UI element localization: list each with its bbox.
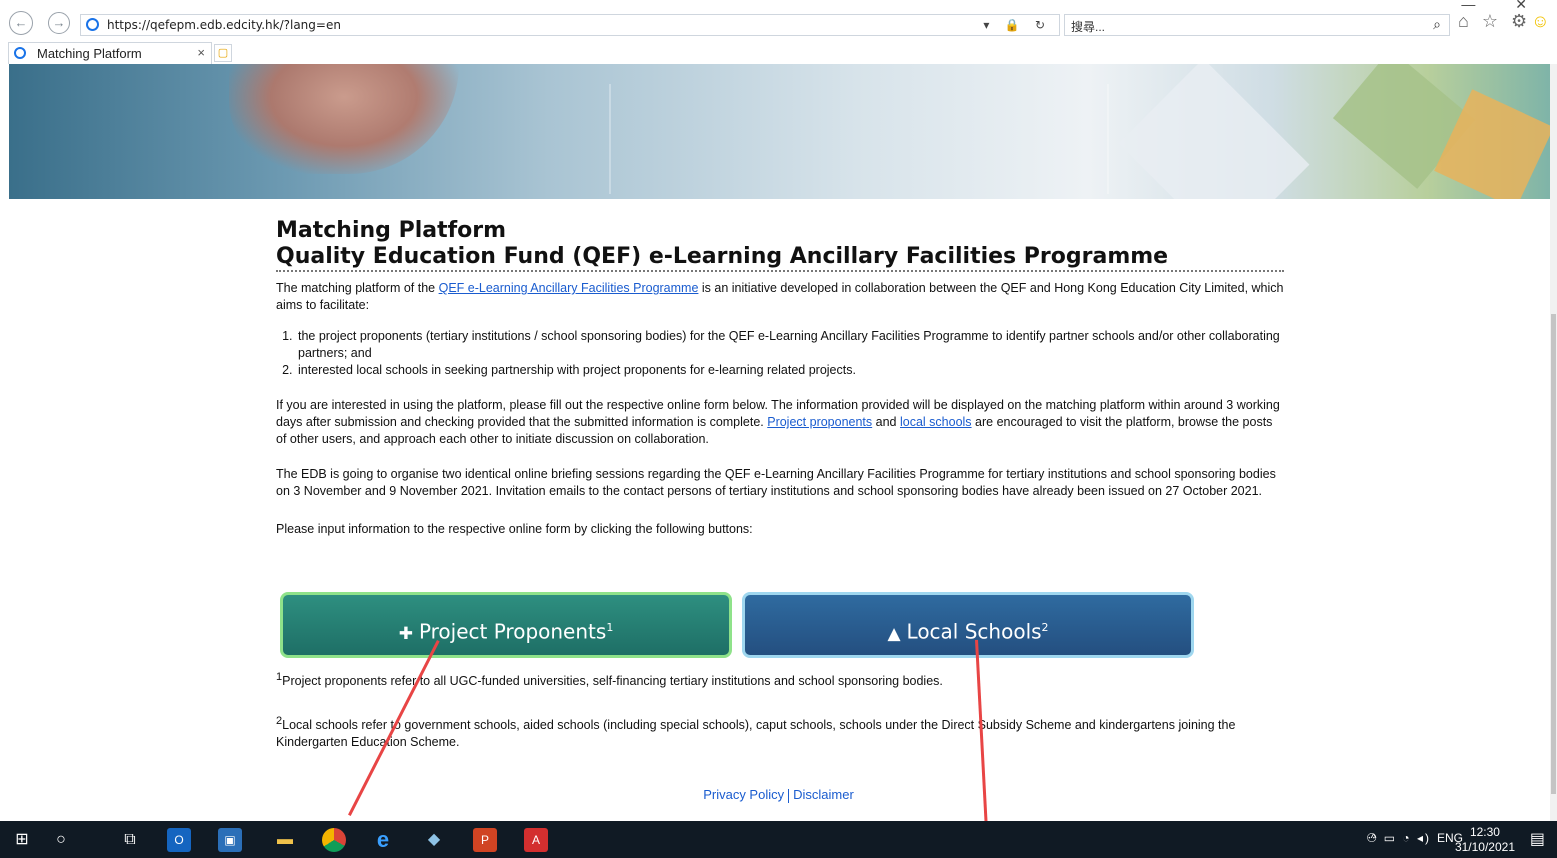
intro-paragraph: The matching platform of the QEF e-Learn…	[276, 280, 1284, 314]
banner-puzzle-piece	[1118, 64, 1310, 199]
url-text[interactable]: https://qefepm.edb.edcity.hk/?lang=en	[107, 18, 341, 32]
notification-icon[interactable]: ▤	[1530, 829, 1545, 849]
windows-start-icon[interactable]: ⊞	[10, 828, 34, 852]
clock-time: 12:30	[1469, 825, 1500, 839]
footnote-text: Project proponents refer to all UGC-fund…	[282, 674, 943, 689]
footnote-1: 1Project proponents refer to all UGC-fun…	[276, 669, 1276, 690]
usage-text-mid: and	[872, 415, 900, 429]
list-item: interested local schools in seeking part…	[296, 362, 1284, 379]
forward-button[interactable]: →	[48, 12, 70, 34]
page-subtitle: Quality Education Fund (QEF) e-Learning …	[276, 244, 1284, 272]
local-schools-link[interactable]: local schools	[900, 415, 972, 429]
pdf-reader-icon[interactable]: A	[524, 828, 548, 852]
forward-arrow-icon: →	[52, 15, 66, 30]
powerpoint-icon[interactable]: P	[473, 828, 497, 852]
disclaimer-link[interactable]: Disclaimer	[793, 787, 854, 802]
screen: ← → https://qefepm.edb.edcity.hk/?lang=e…	[0, 0, 1557, 858]
windows-taskbar: ⊞ ○ ⧉ O ▣ ▬ e ◆ P A ⚇ ^ ▭ ◔ ◂) ENG 12:30…	[0, 821, 1557, 858]
search-placeholder: 搜尋...	[1071, 20, 1106, 34]
new-tab-button[interactable]: ▢	[214, 44, 232, 62]
footnote-ref: 2	[1041, 621, 1049, 634]
list-item: the project proponents (tertiary institu…	[296, 328, 1284, 362]
back-arrow-icon: ←	[14, 15, 28, 30]
store-icon[interactable]: ◆	[422, 828, 446, 852]
tab-title: Matching Platform	[37, 46, 142, 61]
outlook-icon[interactable]: O	[167, 828, 191, 852]
file-explorer-icon[interactable]: ▬	[273, 828, 297, 852]
search-icon[interactable]: ○	[49, 828, 73, 852]
address-actions[interactable]: ▾ 🔒 ↻	[983, 18, 1051, 32]
back-button[interactable]: ←	[9, 11, 33, 35]
page-title: Matching Platform	[276, 218, 507, 243]
form-buttons: ✚ Project Proponents1 ▲ Local Schools2	[280, 592, 1194, 658]
privacy-policy-link[interactable]: Privacy Policy	[703, 787, 784, 802]
footer-links: Privacy Policy Disclaimer	[0, 787, 1557, 803]
window-controls[interactable]: — ✕	[1461, 0, 1545, 13]
browser-search-input[interactable]: 搜尋... ⌕	[1064, 14, 1450, 36]
link-separator	[788, 788, 790, 803]
scrollbar-thumb[interactable]	[1551, 314, 1556, 794]
aims-list: the project proponents (tertiary institu…	[276, 328, 1284, 379]
main-content: Matching Platform Quality Education Fund…	[276, 218, 1284, 538]
qef-programme-link[interactable]: QEF e-Learning Ancillary Facilities Prog…	[439, 281, 699, 295]
project-proponents-button[interactable]: ✚ Project Proponents1	[280, 592, 732, 658]
toolbar-icons[interactable]: ⌂ ☆ ⚙☺	[1458, 11, 1554, 32]
smiley-icon[interactable]: ☺	[1531, 11, 1553, 31]
browser-chrome: ← → https://qefepm.edb.edcity.hk/?lang=e…	[0, 0, 1557, 64]
footnote-text: Local schools refer to government school…	[276, 718, 1236, 750]
banner-pattern	[609, 84, 1109, 194]
local-schools-button[interactable]: ▲ Local Schools2	[742, 592, 1194, 658]
ie-icon	[86, 18, 99, 31]
project-proponents-link[interactable]: Project proponents	[767, 415, 872, 429]
intro-text: The matching platform of the	[276, 281, 439, 295]
usage-paragraph: If you are interested in using the platf…	[276, 397, 1284, 448]
footnote-2: 2Local schools refer to government schoo…	[276, 713, 1276, 751]
chrome-icon[interactable]	[322, 828, 346, 852]
browser-tab[interactable]: Matching Platform ×	[8, 42, 212, 64]
internet-explorer-icon[interactable]: e	[371, 828, 395, 852]
footnote-ref: 1	[606, 621, 614, 634]
page-scrollbar[interactable]	[1550, 64, 1557, 821]
app-icon[interactable]: ▣	[218, 828, 242, 852]
tab-close-icon[interactable]: ×	[197, 45, 205, 60]
home-star-gear-icons[interactable]: ⌂ ☆ ⚙	[1458, 11, 1531, 31]
briefing-paragraph: The EDB is going to organise two identic…	[276, 467, 1276, 498]
taskbar-clock[interactable]: 12:30 31/10/2021	[1455, 825, 1515, 855]
button-label: Project Proponents	[418, 619, 607, 644]
task-view-icon[interactable]: ⧉	[118, 828, 142, 852]
search-icon[interactable]: ⌕	[1433, 16, 1441, 33]
banner-hand-image	[229, 64, 459, 174]
instruction-paragraph: Please input information to the respecti…	[276, 522, 753, 536]
header-banner	[9, 64, 1550, 199]
address-bar[interactable]: https://qefepm.edb.edcity.hk/?lang=en ▾ …	[80, 14, 1060, 36]
system-tray-icons[interactable]: ^ ▭ ◔ ◂)	[1371, 831, 1431, 845]
school-icon: ▲	[887, 623, 901, 644]
clock-date: 31/10/2021	[1454, 840, 1515, 854]
puzzle-icon: ✚	[398, 623, 413, 644]
ie-tab-icon	[14, 47, 26, 59]
